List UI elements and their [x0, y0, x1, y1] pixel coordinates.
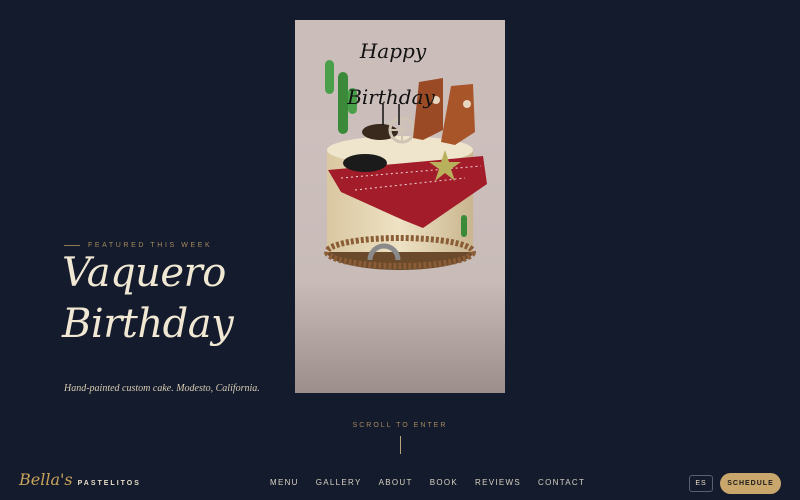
main-nav: MENU GALLERY ABOUT BOOK REVIEWS CONTACT	[270, 478, 602, 487]
brand-word: PASTELITOS	[77, 480, 141, 487]
nav-item-reviews[interactable]: REVIEWS	[475, 478, 521, 487]
cake-topper-line2: Birthday	[346, 85, 435, 109]
hero-title-line1: Vaquero	[62, 250, 226, 296]
hero-title: Vaquero Birthday	[62, 248, 292, 350]
hero-subtitle: Hand-painted custom cake. Modesto, Calif…	[64, 383, 260, 394]
cake-image: Happy Birthday	[295, 20, 505, 393]
nav-item-contact[interactable]: CONTACT	[538, 478, 585, 487]
hero-title-line2: Birthday	[62, 301, 234, 347]
brand-logo[interactable]: Bella's PASTELITOS	[19, 470, 141, 489]
scroll-label: SCROLL TO ENTER	[352, 422, 448, 429]
brand-script: Bella's	[19, 470, 73, 489]
schedule-button[interactable]: SCHEDULE	[720, 473, 781, 494]
cake-topper-line1: Happy	[359, 39, 427, 63]
hero-photo: Happy Birthday	[295, 20, 505, 393]
nav-item-menu[interactable]: MENU	[270, 478, 299, 487]
eyebrow-rule	[64, 245, 80, 246]
language-toggle-button[interactable]: ES	[689, 475, 713, 492]
scroll-cta[interactable]: SCROLL TO ENTER	[340, 422, 460, 454]
nav-item-gallery[interactable]: GALLERY	[316, 478, 362, 487]
nav-item-book[interactable]: BOOK	[430, 478, 458, 487]
scroll-line	[399, 436, 401, 454]
nav-item-about[interactable]: ABOUT	[379, 478, 413, 487]
